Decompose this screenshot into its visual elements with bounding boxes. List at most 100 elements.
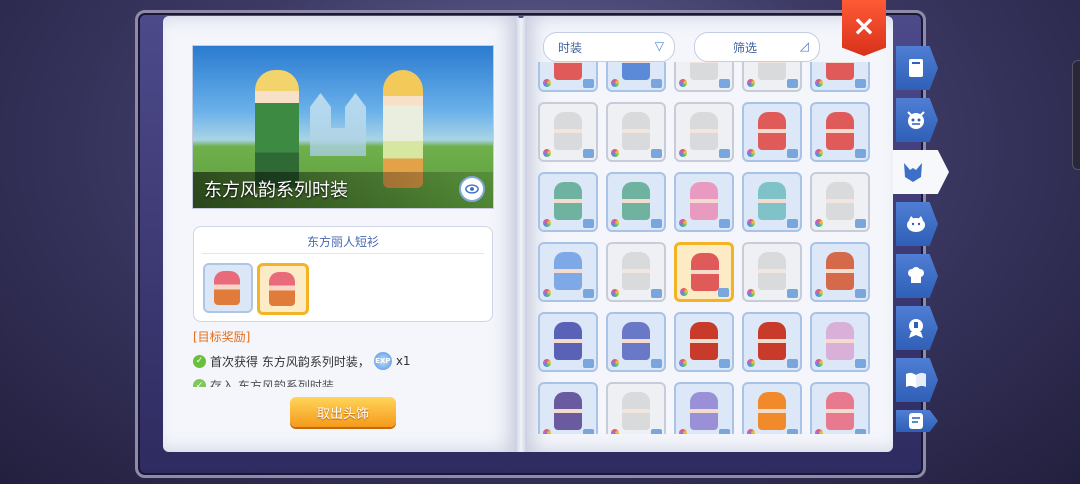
- storage-badge-icon: [787, 149, 798, 158]
- side-tab-cat-ears[interactable]: [893, 150, 949, 194]
- outfit-thumbnail: [758, 112, 786, 150]
- outfit-cell[interactable]: [742, 382, 802, 434]
- preview-toggle-button[interactable]: [459, 176, 485, 202]
- dye-palette-icon: [611, 219, 619, 227]
- outfit-thumbnail: [690, 322, 718, 360]
- storage-badge-icon: [787, 219, 798, 228]
- dye-palette-icon: [611, 289, 619, 297]
- outfit-cell[interactable]: [674, 382, 734, 434]
- dye-palette-icon: [747, 219, 755, 227]
- storage-badge-icon: [583, 149, 594, 158]
- outfit-cell[interactable]: [742, 102, 802, 162]
- outfit-cell[interactable]: [674, 312, 734, 372]
- take-off-headwear-button[interactable]: 取出头饰: [290, 397, 396, 427]
- chef-hat-icon: [908, 267, 924, 283]
- outfit-cell[interactable]: [538, 312, 598, 372]
- outfit-cell[interactable]: [742, 312, 802, 372]
- book-spine: [515, 18, 527, 452]
- dye-palette-icon: [747, 359, 755, 367]
- outfit-grid: [538, 62, 870, 434]
- dye-palette-icon: [543, 219, 551, 227]
- side-tab-demon-face[interactable]: [896, 98, 938, 142]
- outfit-cell[interactable]: [606, 382, 666, 434]
- outfit-thumbnail: [622, 322, 650, 360]
- goal-text: 存入 东方风韵系列时装: [210, 379, 334, 387]
- set-item-slot-selected[interactable]: [257, 263, 309, 315]
- outfit-cell-selected[interactable]: [674, 242, 734, 302]
- dye-palette-icon: [747, 79, 755, 87]
- outfit-cell[interactable]: [606, 102, 666, 162]
- close-button[interactable]: ×: [842, 0, 886, 56]
- filter-dropdown-label: 筛选: [733, 41, 758, 55]
- storage-badge-icon: [583, 289, 594, 298]
- storage-badge-icon: [651, 429, 662, 434]
- filter-dropdown[interactable]: 筛选 ◿: [694, 32, 820, 62]
- outfit-cell[interactable]: [606, 172, 666, 232]
- dye-palette-icon: [747, 149, 755, 157]
- outfit-thumbnail: [554, 182, 582, 220]
- outfit-cell[interactable]: [810, 172, 870, 232]
- dye-palette-icon: [543, 429, 551, 434]
- storage-badge-icon: [719, 429, 730, 434]
- storage-badge-icon: [651, 79, 662, 88]
- outfit-cell[interactable]: [606, 312, 666, 372]
- outfit-cell[interactable]: [674, 172, 734, 232]
- side-tab-cat-face[interactable]: [896, 202, 938, 246]
- dye-palette-icon: [611, 359, 619, 367]
- scroll-icon: [909, 413, 923, 429]
- side-tab-badge[interactable]: [896, 306, 938, 350]
- storage-badge-icon: [719, 359, 730, 368]
- outfit-cell[interactable]: [674, 102, 734, 162]
- set-item-slot[interactable]: [203, 263, 253, 313]
- book-icon: [909, 59, 923, 77]
- outfit-thumbnail: [758, 252, 786, 290]
- outfit-cell[interactable]: [810, 312, 870, 372]
- dye-palette-icon: [543, 149, 551, 157]
- outfit-cell[interactable]: [606, 242, 666, 302]
- outfit-cell[interactable]: [810, 62, 870, 92]
- outfit-cell[interactable]: [538, 172, 598, 232]
- cat-ears-icon: [904, 163, 922, 182]
- storage-badge-icon: [583, 359, 594, 368]
- side-tab-chef-hat[interactable]: [896, 254, 938, 298]
- set-name: 东方丽人短衫: [306, 235, 379, 249]
- outfit-cell[interactable]: [810, 242, 870, 302]
- outfit-thumbnail: [758, 62, 786, 80]
- eye-icon: [465, 184, 479, 194]
- outfit-cell[interactable]: [810, 102, 870, 162]
- side-tab-book[interactable]: [896, 46, 938, 90]
- type-dropdown[interactable]: 时装 ▽: [543, 32, 675, 62]
- outfit-cell[interactable]: [742, 242, 802, 302]
- storage-badge-icon: [651, 149, 662, 158]
- outfit-thumbnail: [690, 182, 718, 220]
- goal-text: 首次获得 东方风韵系列时装，: [210, 354, 370, 369]
- goal-item: ✓ 首次获得 东方风韵系列时装， EXP x1: [193, 352, 411, 370]
- side-tab-open-book[interactable]: [896, 358, 938, 402]
- outfit-thumbnail: [826, 322, 854, 360]
- outfit-cell[interactable]: [538, 62, 598, 92]
- outfit-cell[interactable]: [742, 62, 802, 92]
- dye-palette-icon: [815, 79, 823, 87]
- outfit-cell[interactable]: [538, 382, 598, 434]
- outfit-thumbnail: [690, 392, 718, 430]
- outfit-thumbnail: [826, 392, 854, 430]
- outfit-grid-scroll[interactable]: [538, 62, 886, 434]
- outfit-cell[interactable]: [538, 102, 598, 162]
- storage-badge-icon: [787, 359, 798, 368]
- outfit-thumbnail: [622, 252, 650, 290]
- male-character-preview: [255, 70, 299, 188]
- outfit-cell[interactable]: [538, 242, 598, 302]
- dye-palette-icon: [679, 79, 687, 87]
- side-tab-scroll[interactable]: [896, 410, 938, 432]
- storage-badge-icon: [855, 79, 866, 88]
- outfit-cell[interactable]: [742, 172, 802, 232]
- dye-palette-icon: [747, 429, 755, 434]
- outfit-thumbnail: [826, 182, 854, 220]
- screen-edge-handle[interactable]: [1072, 60, 1080, 170]
- outfit-cell[interactable]: [810, 382, 870, 434]
- dye-palette-icon: [680, 288, 688, 296]
- outfit-cell[interactable]: [606, 62, 666, 92]
- cat-face-icon: [907, 216, 925, 232]
- storage-badge-icon: [651, 219, 662, 228]
- outfit-cell[interactable]: [674, 62, 734, 92]
